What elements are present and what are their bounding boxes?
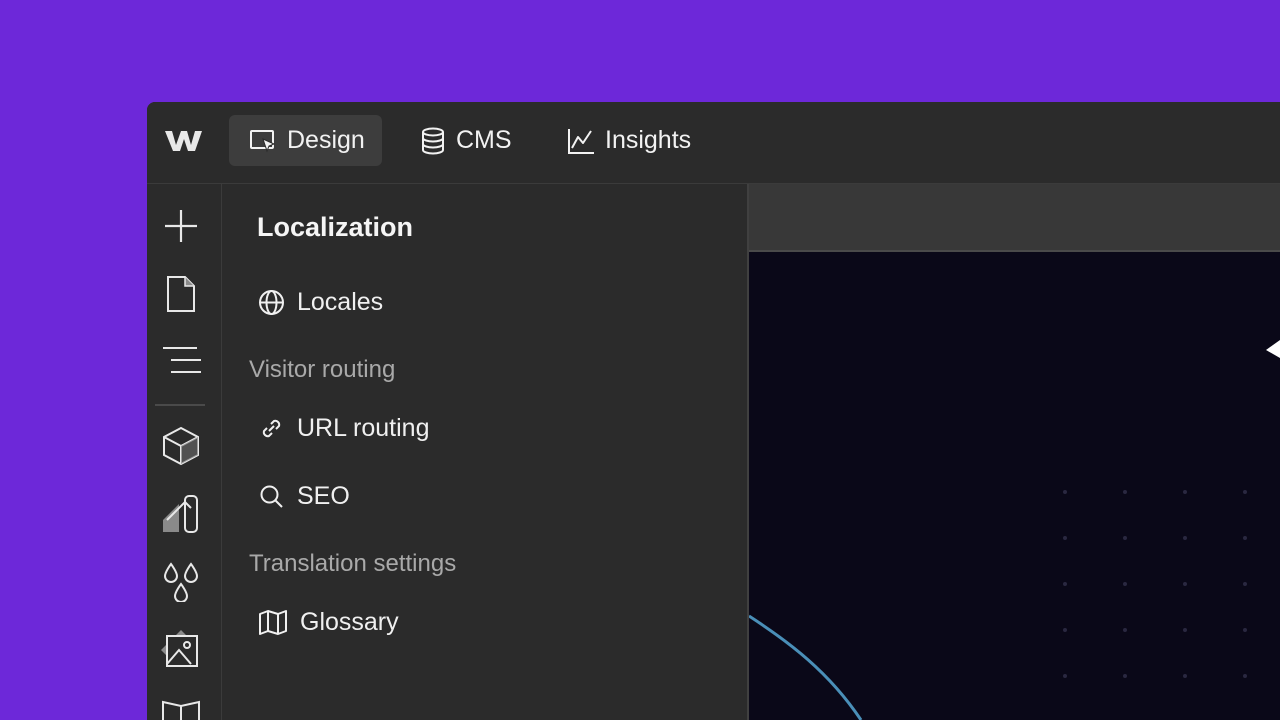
locales-item[interactable]: Locales	[258, 288, 383, 317]
visitor-routing-heading: Visitor routing	[249, 356, 396, 383]
tab-cms[interactable]: CMS	[400, 115, 529, 166]
database-icon	[422, 127, 444, 155]
tab-cms-label: CMS	[456, 126, 512, 154]
link-icon	[262, 419, 281, 438]
locales-label: Locales	[297, 288, 384, 316]
webflow-app-window: Design CMS Insights Localization Locales…	[147, 102, 1280, 720]
assets-icon[interactable]	[161, 630, 201, 670]
tab-insights-label: Insights	[605, 126, 692, 154]
glossary-item[interactable]: Glossary	[258, 608, 399, 637]
seo-label: SEO	[297, 482, 350, 510]
webflow-logo-icon[interactable]	[163, 128, 203, 154]
chart-line-icon	[568, 128, 594, 154]
design-cursor-icon	[250, 129, 276, 152]
canvas-toolbar	[749, 184, 1280, 252]
components-icon[interactable]	[161, 426, 201, 466]
design-canvas[interactable]	[749, 252, 1280, 720]
url-routing-item[interactable]: URL routing	[258, 414, 429, 443]
rail-divider	[155, 404, 205, 406]
glossary-label: Glossary	[300, 608, 399, 636]
cursor-pointer-icon	[1266, 340, 1280, 358]
url-routing-label: URL routing	[297, 414, 430, 442]
search-icon	[260, 485, 283, 508]
tab-design[interactable]: Design	[229, 115, 382, 166]
variables-icon[interactable]	[161, 562, 201, 602]
localization-panel: Localization Locales Visitor routing URL…	[222, 184, 749, 720]
navigator-icon[interactable]	[161, 342, 201, 382]
left-toolbar	[147, 184, 222, 720]
page-icon[interactable]	[161, 274, 201, 314]
translation-settings-heading: Translation settings	[249, 550, 457, 577]
library-icon[interactable]	[161, 696, 201, 720]
tab-insights[interactable]: Insights	[547, 115, 708, 166]
add-icon[interactable]	[161, 206, 201, 246]
style-selector-icon[interactable]	[161, 494, 201, 534]
globe-icon	[259, 290, 284, 315]
seo-item[interactable]: SEO	[258, 482, 350, 511]
top-bar: Design CMS Insights	[147, 102, 1280, 184]
canvas-artwork	[749, 340, 1280, 720]
panel-title: Localization	[257, 212, 414, 242]
tab-design-label: Design	[287, 126, 365, 154]
map-icon	[259, 610, 287, 635]
